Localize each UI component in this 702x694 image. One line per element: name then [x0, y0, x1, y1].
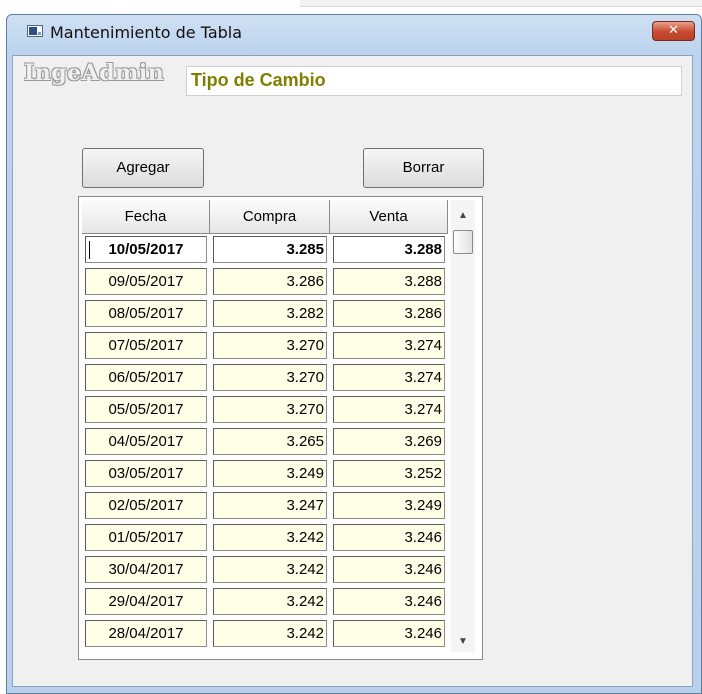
cell-venta[interactable]: 3.274	[333, 364, 445, 391]
table-row[interactable]: 08/05/2017 3.282 3.286	[82, 298, 448, 330]
section-title: Tipo de Cambio	[191, 70, 326, 90]
table-row[interactable]: 01/05/2017 3.242 3.246	[82, 522, 448, 554]
cell-venta[interactable]: 3.286	[333, 300, 445, 327]
cell-venta[interactable]: 3.246	[333, 588, 445, 615]
cell-venta[interactable]: 3.252	[333, 460, 445, 487]
cell-fecha[interactable]: 30/04/2017	[85, 556, 207, 583]
grid-header-row: Fecha Compra Venta	[82, 200, 448, 234]
cell-fecha[interactable]: 07/05/2017	[85, 332, 207, 359]
table-row[interactable]: 07/05/2017 3.270 3.274	[82, 330, 448, 362]
table-row[interactable]: 30/04/2017 3.242 3.246	[82, 554, 448, 586]
cell-venta[interactable]: 3.274	[333, 396, 445, 423]
cell-venta[interactable]: 3.269	[333, 428, 445, 455]
section-header: Tipo de Cambio	[186, 66, 682, 96]
scroll-down-arrow-icon[interactable]: ▼	[451, 632, 475, 652]
cell-fecha[interactable]: 29/04/2017	[85, 588, 207, 615]
cell-fecha[interactable]: 01/05/2017	[85, 524, 207, 551]
cell-fecha[interactable]: 08/05/2017	[85, 300, 207, 327]
cell-venta[interactable]: 3.246	[333, 524, 445, 551]
delete-button[interactable]: Borrar	[363, 148, 484, 188]
grid-rows: 10/05/2017 3.285 3.288 09/05/2017 3.286 3.288…	[82, 234, 448, 650]
cell-fecha[interactable]: 09/05/2017	[85, 268, 207, 295]
text-caret	[89, 241, 90, 259]
cell-fecha[interactable]: 04/05/2017	[85, 428, 207, 455]
table-row[interactable]: 04/05/2017 3.265 3.269	[82, 426, 448, 458]
cell-compra[interactable]: 3.242	[213, 524, 327, 551]
table-row[interactable]: 06/05/2017 3.270 3.274	[82, 362, 448, 394]
column-header-venta[interactable]: Venta	[330, 200, 448, 234]
app-window-icon	[27, 25, 43, 37]
cell-fecha[interactable]: 06/05/2017	[85, 364, 207, 391]
window-title: Mantenimiento de Tabla	[50, 23, 243, 42]
column-header-fecha[interactable]: Fecha	[82, 200, 210, 234]
brand-logo-text: IngeAdmin	[24, 60, 165, 86]
exchange-rate-grid[interactable]: Fecha Compra Venta 10/05/2017 3.285 3.288 0…	[78, 196, 483, 660]
cell-compra[interactable]: 3.242	[213, 588, 327, 615]
grid-body: Fecha Compra Venta 10/05/2017 3.285 3.288 0…	[82, 200, 448, 650]
scroll-thumb[interactable]	[453, 230, 473, 254]
scroll-up-arrow-icon[interactable]: ▲	[451, 206, 475, 226]
cell-compra[interactable]: 3.270	[213, 364, 327, 391]
cell-compra[interactable]: 3.286	[213, 268, 327, 295]
column-header-compra[interactable]: Compra	[210, 200, 330, 234]
cell-compra[interactable]: 3.270	[213, 332, 327, 359]
table-row[interactable]: 09/05/2017 3.286 3.288	[82, 266, 448, 298]
cell-compra[interactable]: 3.247	[213, 492, 327, 519]
cell-venta[interactable]: 3.288	[333, 268, 445, 295]
cell-compra[interactable]: 3.249	[213, 460, 327, 487]
cell-compra[interactable]: 3.242	[213, 556, 327, 583]
cell-compra[interactable]: 3.285	[213, 236, 327, 263]
table-row[interactable]: 02/05/2017 3.247 3.249	[82, 490, 448, 522]
table-row[interactable]: 29/04/2017 3.242 3.246	[82, 586, 448, 618]
cell-compra[interactable]: 3.282	[213, 300, 327, 327]
table-row[interactable]: 28/04/2017 3.242 3.246	[82, 618, 448, 650]
close-button[interactable]: ✕	[652, 21, 695, 41]
cell-fecha[interactable]: 03/05/2017	[85, 460, 207, 487]
cell-venta[interactable]: 3.274	[333, 332, 445, 359]
cell-compra[interactable]: 3.265	[213, 428, 327, 455]
cell-fecha[interactable]: 28/04/2017	[85, 620, 207, 647]
cell-venta[interactable]: 3.288	[333, 236, 445, 263]
cell-compra[interactable]: 3.270	[213, 396, 327, 423]
cell-fecha[interactable]: 10/05/2017	[85, 236, 207, 263]
add-button[interactable]: Agregar	[82, 148, 204, 188]
desktop-strip	[300, 0, 702, 7]
table-row[interactable]: 10/05/2017 3.285 3.288	[82, 234, 448, 266]
table-row[interactable]: 05/05/2017 3.270 3.274	[82, 394, 448, 426]
cell-venta[interactable]: 3.249	[333, 492, 445, 519]
vertical-scrollbar[interactable]: ▲ ▼	[451, 200, 475, 652]
title-bar[interactable]: Mantenimiento de Tabla ✕	[7, 15, 701, 45]
cell-venta[interactable]: 3.246	[333, 620, 445, 647]
cell-venta[interactable]: 3.246	[333, 556, 445, 583]
cell-compra[interactable]: 3.242	[213, 620, 327, 647]
table-row[interactable]: 03/05/2017 3.249 3.252	[82, 458, 448, 490]
cell-fecha[interactable]: 02/05/2017	[85, 492, 207, 519]
cell-fecha[interactable]: 05/05/2017	[85, 396, 207, 423]
